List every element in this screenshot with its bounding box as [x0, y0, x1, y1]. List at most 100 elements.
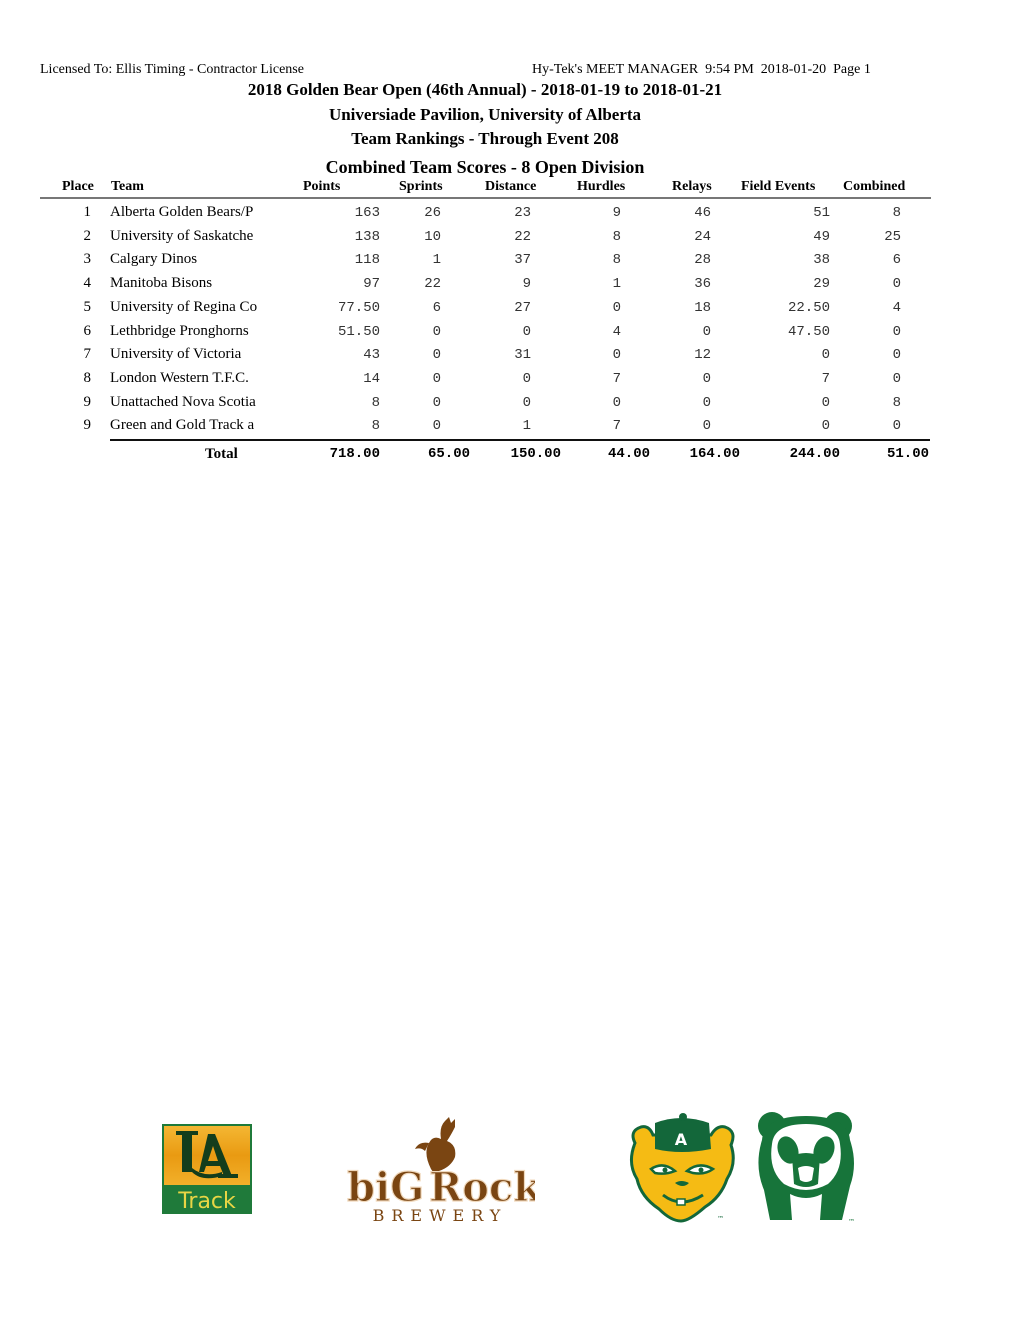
- total-rule: [110, 439, 930, 441]
- ua-track-label: Track: [177, 1189, 236, 1214]
- place-cell: 2: [83, 227, 92, 244]
- combined-cell: 25: [884, 228, 901, 245]
- combined-cell: 6: [892, 252, 901, 269]
- hurdles-cell: 0: [612, 347, 621, 364]
- big-rock-word1: biG: [347, 1164, 424, 1211]
- sprints-cell: 1: [432, 252, 441, 269]
- field-events-cell: 0: [821, 418, 830, 435]
- points-cell: 118: [354, 252, 380, 269]
- license-text: Licensed To: Ellis Timing - Contractor L…: [40, 62, 304, 77]
- team-cell: Alberta Golden Bears/P: [110, 204, 254, 220]
- points-cell: 77.50: [337, 299, 380, 316]
- place-cell: 4: [83, 275, 92, 292]
- column-header-hurdles: Hurdles: [577, 179, 626, 194]
- combined-cell: 0: [892, 347, 901, 364]
- team-cell: Lethbridge Pronghorns: [110, 322, 249, 339]
- field-events-cell: 49: [813, 228, 830, 245]
- team-cell: Calgary Dinos: [110, 251, 198, 268]
- total-label: Total: [205, 446, 238, 462]
- place-cell: 7: [83, 346, 92, 363]
- combined-cell: 0: [892, 418, 901, 435]
- hurdles-cell: 8: [612, 228, 621, 245]
- pandas-tm: ™: [848, 1218, 855, 1226]
- table-row: 9 Unattached Nova Scotia 8 0 0 0 0 0 8: [0, 394, 1020, 418]
- big-rock-word2: Rock: [429, 1164, 535, 1211]
- combined-cell: 0: [892, 370, 901, 387]
- field-events-cell: 22.50: [787, 299, 830, 316]
- venue-title: Universiade Pavilion, University of Albe…: [328, 105, 642, 124]
- place-cell: 5: [83, 298, 92, 315]
- points-cell: 43: [363, 347, 380, 364]
- relays-cell: 0: [702, 370, 711, 387]
- points-cell: 14: [363, 370, 380, 387]
- ua-track-logo: Track: [162, 1124, 252, 1214]
- field-events-cell: 38: [813, 252, 830, 269]
- pandas-logo: ™: [750, 1110, 862, 1226]
- golden-bears-letter: A: [675, 1130, 688, 1149]
- place-cell: 8: [83, 369, 92, 386]
- distance-cell: 27: [514, 299, 531, 316]
- sprints-cell: 0: [432, 347, 441, 364]
- points-cell: 138: [354, 228, 380, 245]
- total-relays: 164.00: [689, 446, 740, 462]
- golden-bears-logo: A ™: [625, 1113, 740, 1225]
- total-sprints: 65.00: [427, 446, 470, 462]
- distance-cell: 0: [522, 323, 531, 340]
- hurdles-cell: 0: [612, 299, 621, 316]
- combined-cell: 0: [892, 323, 901, 340]
- report-title: Team Rankings - Through Event 208: [351, 129, 619, 148]
- place-cell: 1: [83, 204, 92, 220]
- relays-cell: 0: [702, 418, 711, 435]
- table-row: 9 Green and Gold Track a 8 0 1 7 0 0 0: [0, 417, 1020, 441]
- section-title: Combined Team Scores - 8 Open Division: [325, 157, 645, 177]
- table-row: 8 London Western T.F.C. 14 0 0 7 0 7 0: [0, 370, 1020, 394]
- distance-cell: 0: [522, 394, 531, 411]
- sprints-cell: 0: [432, 370, 441, 387]
- relays-cell: 18: [694, 299, 711, 316]
- table-row: 2 University of Saskatche 138 10 22 8 24 49 25: [0, 228, 1020, 252]
- software-timestamp: Hy-Tek's MEET MANAGER 9:54 PM 2018-01-20…: [532, 62, 871, 77]
- distance-cell: 22: [514, 228, 531, 245]
- table-row: 6 Lethbridge Pronghorns 51.50 0 0 4 0 47.50 0: [0, 323, 1020, 347]
- sprints-cell: 0: [432, 418, 441, 435]
- table-row: 1 Alberta Golden Bears/P 163 26 23 9 46 51 8: [0, 204, 1020, 228]
- total-hurdles: 44.00: [607, 446, 650, 462]
- table-row: 4 Manitoba Bisons 97 22 9 1 36 29 0: [0, 275, 1020, 299]
- hurdles-cell: 7: [612, 418, 621, 435]
- column-header-place: Place: [62, 179, 94, 194]
- team-cell: Green and Gold Track a: [110, 417, 255, 434]
- team-cell: University of Saskatche: [110, 227, 254, 244]
- column-header-relays: Relays: [672, 179, 712, 194]
- team-cell: University of Victoria: [110, 346, 242, 363]
- column-header-field-events: Field Events: [741, 179, 816, 194]
- field-events-cell: 0: [821, 394, 830, 411]
- points-cell: 8: [371, 418, 380, 435]
- combined-cell: 8: [892, 394, 901, 411]
- sprints-cell: 0: [432, 323, 441, 340]
- table-row: 7 University of Victoria 43 0 31 0 12 0 0: [0, 346, 1020, 370]
- team-cell: London Western T.F.C.: [110, 369, 249, 386]
- sprints-cell: 10: [424, 228, 441, 245]
- relays-cell: 28: [694, 252, 711, 269]
- field-events-cell: 0: [821, 347, 830, 364]
- field-events-cell: 7: [821, 370, 830, 387]
- hurdles-cell: 4: [612, 323, 621, 340]
- distance-cell: 9: [522, 276, 531, 293]
- table-row: 5 University of Regina Co 77.50 6 27 0 18 22.50…: [0, 299, 1020, 323]
- total-field-events: 244.00: [789, 446, 840, 462]
- points-cell: 97: [363, 276, 380, 293]
- column-header-combined: Combined: [843, 179, 906, 194]
- golden-bears-tm: ™: [717, 1215, 724, 1223]
- hurdles-cell: 8: [612, 252, 621, 269]
- column-header-distance: Distance: [485, 179, 537, 194]
- place-cell: 6: [83, 322, 92, 339]
- relays-cell: 36: [694, 276, 711, 293]
- hurdles-cell: 7: [612, 370, 621, 387]
- points-cell: 8: [371, 394, 380, 411]
- relays-cell: 12: [694, 347, 711, 364]
- total-distance: 150.00: [510, 446, 561, 462]
- distance-cell: 23: [514, 205, 531, 221]
- relays-cell: 46: [694, 205, 711, 221]
- sprints-cell: 0: [432, 394, 441, 411]
- hurdles-cell: 0: [612, 394, 621, 411]
